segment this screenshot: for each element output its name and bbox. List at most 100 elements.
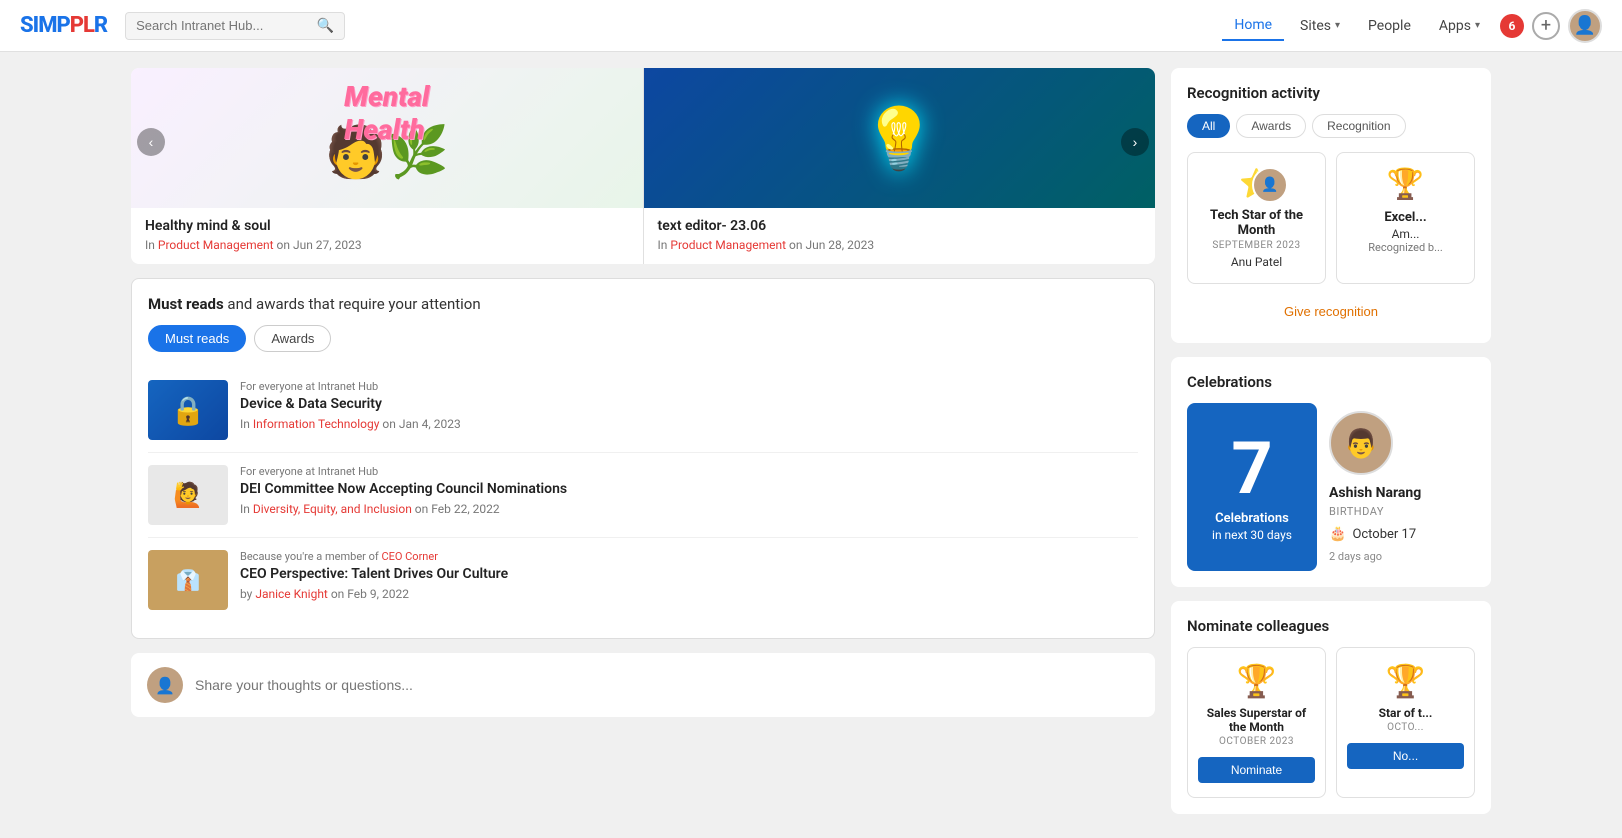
- filter-awards[interactable]: Awards: [1236, 114, 1306, 138]
- carousel-item-1: MentalHealth 🧑‍🌿 Healthy mind & soul In …: [131, 68, 643, 264]
- must-reads-card: Must reads and awards that require your …: [131, 278, 1155, 639]
- search-bar[interactable]: 🔍: [125, 12, 345, 40]
- must-read-audience-link-3[interactable]: CEO Corner: [381, 550, 438, 563]
- share-box: 👤: [131, 653, 1155, 717]
- nav-apps[interactable]: Apps ▾: [1427, 12, 1492, 40]
- carousel-item-1-category[interactable]: Product Management: [158, 238, 274, 252]
- carousel-prev-button[interactable]: ‹: [137, 128, 165, 156]
- must-read-item-2: 🙋 For everyone at Intranet Hub DEI Commi…: [148, 453, 1138, 538]
- celebration-date-row: 🎂 October 17: [1329, 526, 1475, 542]
- nominate-item-1: 🏆 Sales Superstar of the Month OCTOBER 2…: [1187, 647, 1326, 798]
- carousel-item-1-info: Healthy mind & soul In Product Managemen…: [131, 208, 643, 264]
- celebration-subtitle: Celebrations: [1215, 511, 1289, 526]
- celebration-avatar: 👨: [1329, 411, 1393, 475]
- nominate-button-1[interactable]: Nominate: [1198, 757, 1315, 783]
- must-read-audience-3: Because you're a member of CEO Corner: [240, 550, 1138, 563]
- recognition-items: ⭐ 👤 Tech Star of the Month SEPTEMBER 202…: [1187, 152, 1475, 284]
- nominate-item-2: 🏆 Star of t... OCTO... No...: [1336, 647, 1475, 798]
- celebration-number-box: 7 Celebrations in next 30 days: [1187, 403, 1317, 571]
- recognition-card: Recognition activity All Awards Recognit…: [1171, 68, 1491, 343]
- user-avatar[interactable]: 👤: [1568, 9, 1602, 43]
- filter-all[interactable]: All: [1187, 114, 1230, 138]
- nominate-items: 🏆 Sales Superstar of the Month OCTOBER 2…: [1187, 647, 1475, 798]
- filter-recognition[interactable]: Recognition: [1312, 114, 1405, 138]
- must-read-item-3: 👔 Because you're a member of CEO Corner …: [148, 538, 1138, 622]
- celebration-days: in next 30 days: [1212, 528, 1292, 542]
- must-read-audience-1: For everyone at Intranet Hub: [240, 380, 1138, 393]
- carousel-item-1-date: Jun 27, 2023: [293, 238, 362, 252]
- celebration-count: 7: [1231, 433, 1272, 505]
- share-avatar: 👤: [147, 667, 183, 703]
- carousel-item-2-title: text editor- 23.06: [658, 218, 1142, 234]
- must-read-title-1[interactable]: Device & Data Security: [240, 395, 1138, 413]
- celebration-person: 👨 Ashish Narang BIRTHDAY 🎂 October 17 2 …: [1329, 403, 1475, 571]
- must-read-author-3[interactable]: Janice Knight: [255, 587, 328, 601]
- nav-sites-label: Sites: [1300, 18, 1331, 34]
- must-read-date-1: Jan 4, 2023: [399, 417, 461, 431]
- carousel-item-2-category[interactable]: Product Management: [670, 238, 786, 252]
- must-read-item-1: 🔒 For everyone at Intranet Hub Device & …: [148, 368, 1138, 453]
- carousel-item-2-date: Jun 28, 2023: [805, 238, 874, 252]
- recognition-month-1: SEPTEMBER 2023: [1198, 240, 1315, 251]
- recognition-icon-wrap-2: 🏆: [1387, 167, 1424, 202]
- security-icon: 🔒: [171, 394, 206, 427]
- nav-apps-label: Apps: [1439, 18, 1471, 34]
- must-read-content-3: Because you're a member of CEO Corner CE…: [240, 550, 1138, 610]
- tab-awards[interactable]: Awards: [254, 325, 331, 352]
- nominate-item-month-1: OCTOBER 2023: [1198, 736, 1315, 747]
- celebration-person-name: Ashish Narang: [1329, 485, 1475, 501]
- must-reads-header-suffix: and awards that require your attention: [227, 295, 480, 313]
- must-read-title-2[interactable]: DEI Committee Now Accepting Council Nomi…: [240, 480, 1138, 498]
- app-logo[interactable]: SIMPPLR: [20, 13, 107, 38]
- recognition-badge-title-1: Tech Star of the Month: [1198, 208, 1315, 238]
- recognition-badge-title-2: Excel...: [1347, 210, 1464, 225]
- must-read-content-1: For everyone at Intranet Hub Device & Da…: [240, 380, 1138, 440]
- left-column: ‹ MentalHealth 🧑‍🌿 Healthy mind & soul I…: [131, 68, 1155, 814]
- search-input[interactable]: [136, 18, 313, 33]
- must-read-meta-3: by Janice Knight on Feb 9, 2022: [240, 587, 1138, 601]
- main-nav: Home Sites ▾ People Apps ▾: [1222, 11, 1492, 41]
- mental-health-image: MentalHealth 🧑‍🌿: [131, 68, 643, 208]
- search-icon: 🔍: [317, 18, 334, 34]
- nav-home[interactable]: Home: [1222, 11, 1284, 41]
- nominate-item-month-2: OCTO...: [1347, 722, 1464, 733]
- main-layout: ‹ MentalHealth 🧑‍🌿 Healthy mind & soul I…: [111, 52, 1511, 830]
- notification-badge[interactable]: 6: [1500, 14, 1524, 38]
- bulb-image: 💡: [644, 68, 1156, 208]
- must-read-date-3: Feb 9, 2022: [347, 587, 409, 601]
- must-read-content-2: For everyone at Intranet Hub DEI Committ…: [240, 465, 1138, 525]
- avatar-icon: 👤: [1574, 15, 1596, 36]
- give-recognition-button[interactable]: Give recognition: [1187, 296, 1475, 327]
- right-column: Recognition activity All Awards Recognit…: [1171, 68, 1491, 814]
- share-input[interactable]: [195, 677, 1139, 693]
- nav-sites[interactable]: Sites ▾: [1288, 12, 1352, 40]
- navbar: SIMPPLR 🔍 Home Sites ▾ People Apps ▾ 6 +…: [0, 0, 1622, 52]
- dei-icon: 🙋: [173, 481, 203, 509]
- must-reads-label: Must reads: [148, 295, 224, 313]
- nominate-item-title-2: Star of t...: [1347, 706, 1464, 720]
- must-read-title-3[interactable]: CEO Perspective: Talent Drives Our Cultu…: [240, 565, 1138, 583]
- nav-people[interactable]: People: [1356, 12, 1423, 40]
- recognition-icon-wrap-1: ⭐ 👤: [1239, 167, 1274, 200]
- must-read-category-1[interactable]: Information Technology: [253, 417, 380, 431]
- celebrations-title: Celebrations: [1187, 373, 1475, 391]
- ceo-icon: 👔: [176, 568, 201, 592]
- must-read-thumb-3: 👔: [148, 550, 228, 610]
- must-read-audience-2: For everyone at Intranet Hub: [240, 465, 1138, 478]
- celebration-person-type: BIRTHDAY: [1329, 505, 1475, 518]
- birthday-cake-icon: 🎂: [1329, 526, 1346, 542]
- must-read-category-2[interactable]: Diversity, Equity, and Inclusion: [253, 502, 412, 516]
- recognition-item-2: 🏆 Excel... Am... Recognized b...: [1336, 152, 1475, 284]
- bulb-icon: 💡: [862, 103, 937, 174]
- navbar-actions: 6 + 👤: [1500, 9, 1602, 43]
- recognition-trophy-icon: 🏆: [1387, 167, 1424, 202]
- logo-accent: PL: [70, 13, 94, 38]
- mental-health-title-text: MentalHealth: [344, 80, 429, 146]
- recognition-person-avatar-1: 👤: [1252, 167, 1288, 203]
- chevron-down-icon: ▾: [1335, 20, 1340, 31]
- carousel-next-button[interactable]: ›: [1121, 128, 1149, 156]
- tab-must-reads[interactable]: Must reads: [148, 325, 246, 352]
- recognition-item-1: ⭐ 👤 Tech Star of the Month SEPTEMBER 202…: [1187, 152, 1326, 284]
- add-button[interactable]: +: [1532, 12, 1560, 40]
- nominate-button-2[interactable]: No...: [1347, 743, 1464, 769]
